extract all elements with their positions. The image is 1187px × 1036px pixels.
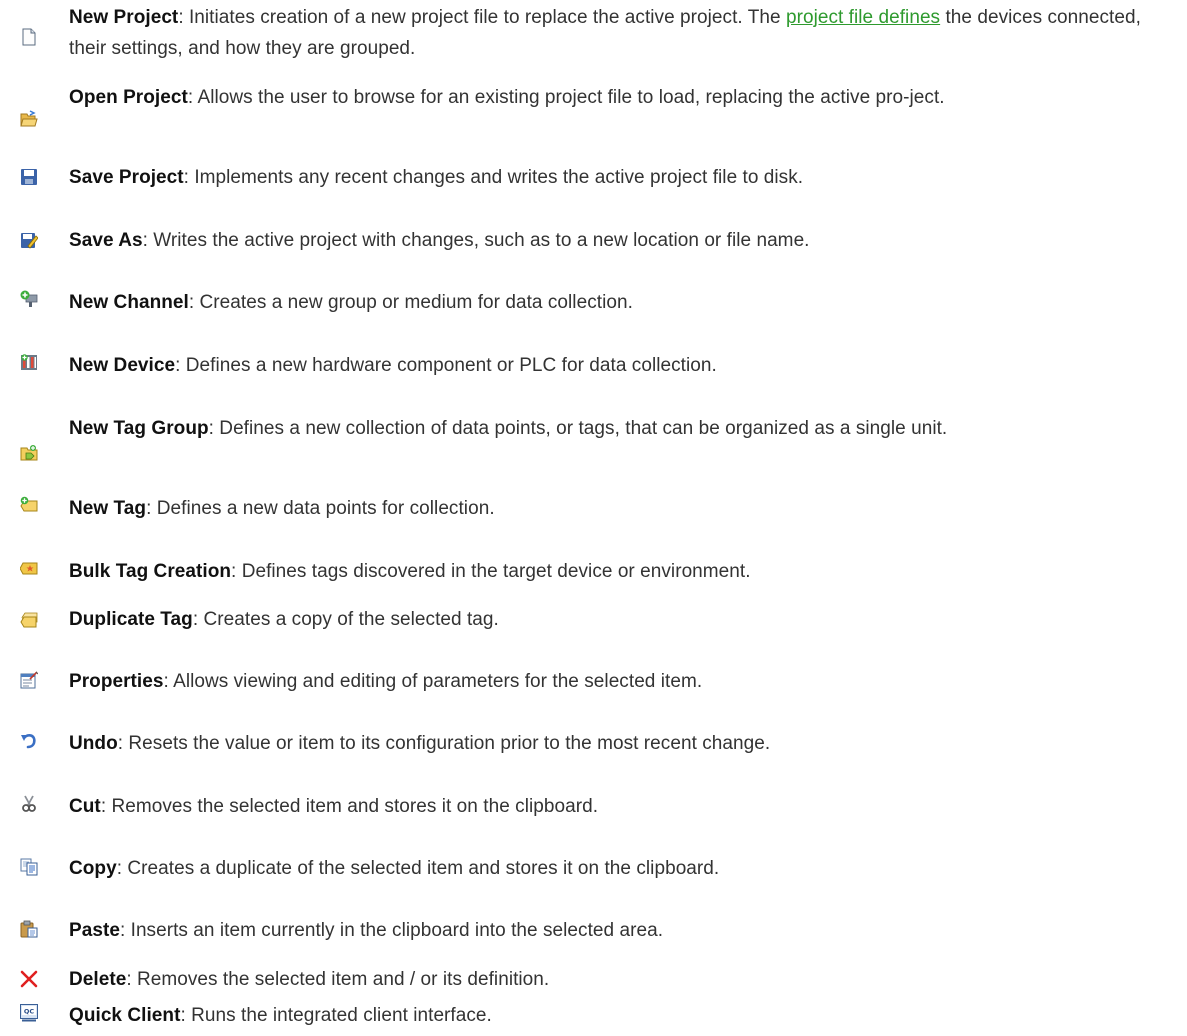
open-project-icon [20, 110, 38, 128]
item-title: New Tag Group [69, 418, 209, 439]
item-title: Paste [69, 920, 120, 941]
item-title: Save Project [69, 167, 184, 188]
item-desc: : Removes the selected item and stores i… [100, 796, 599, 817]
list-item-text: Cut: Removes the selected item and store… [69, 791, 1169, 822]
save-as-icon [20, 231, 38, 249]
item-title: New Device [69, 355, 176, 376]
item-desc: : Initiates creation of a new project fi… [178, 7, 786, 28]
quick-client-icon: QC [20, 1004, 38, 1022]
svg-text:QC: QC [24, 1008, 35, 1016]
duplicate-tag-icon [20, 611, 38, 629]
undo-icon [20, 732, 38, 750]
item-desc: : Defines tags discovered in the target … [231, 561, 751, 582]
list-item-text: Delete: Removes the selected item and / … [69, 964, 1169, 995]
new-tag-icon [20, 496, 38, 514]
item-title: Save As [69, 230, 143, 251]
new-device-icon [20, 353, 38, 371]
item-title: Copy [69, 858, 117, 879]
save-project-icon [20, 168, 38, 186]
item-title: New Tag [69, 498, 147, 519]
item-desc: : Defines a new hardware component or PL… [175, 355, 717, 376]
list-item-text: Save Project: Implements any recent chan… [69, 162, 1169, 193]
list-item-text: Paste: Inserts an item currently in the … [69, 915, 1169, 946]
item-desc: : Allows viewing and editing of paramete… [163, 671, 703, 692]
properties-icon [20, 671, 38, 689]
item-title: Bulk Tag Creation [69, 561, 232, 582]
item-title: New Project [69, 7, 179, 28]
item-desc: : Implements any recent changes and writ… [183, 167, 804, 188]
item-title: Cut [69, 796, 101, 817]
item-title: Open Project [69, 87, 188, 108]
list-item-text: Duplicate Tag: Creates a copy of the sel… [69, 604, 1169, 635]
list-item-text: Properties: Allows viewing and editing o… [69, 666, 1169, 697]
item-desc: : Inserts an item currently in the clipb… [119, 920, 664, 941]
list-item-text: New Channel: Creates a new group or medi… [69, 287, 1169, 318]
bulk-tag-creation-icon [20, 559, 38, 577]
new-tag-group-icon [20, 444, 38, 462]
list-item-text: Undo: Resets the value or item to its co… [69, 728, 1169, 759]
list-item-text: Open Project: Allows the user to browse … [69, 82, 1169, 113]
list-item-text: Save As: Writes the active project with … [69, 225, 1169, 256]
item-desc: : Creates a duplicate of the selected it… [116, 858, 720, 879]
list-item-text: Bulk Tag Creation: Defines tags discover… [69, 556, 1169, 587]
item-title: Delete [69, 969, 127, 990]
copy-icon [20, 858, 38, 876]
list-item-text: New Project: Initiates creation of a new… [69, 2, 1169, 64]
delete-icon [20, 970, 38, 988]
item-title: New Channel [69, 292, 189, 313]
item-desc: : Allows the user to browse for an exist… [187, 87, 945, 108]
item-title: Quick Client [69, 1005, 181, 1026]
item-desc: : Resets the value or item to its config… [117, 733, 771, 754]
item-title: Properties [69, 671, 164, 692]
list-item-text: Quick Client: Runs the integrated client… [69, 1000, 1169, 1031]
list-item-text: New Tag: Defines a new data points for c… [69, 493, 1169, 524]
list-item-text: Copy: Creates a duplicate of the selecte… [69, 853, 1169, 884]
item-desc: : Runs the integrated client interface. [180, 1005, 492, 1026]
item-desc: : Writes the active project with changes… [142, 230, 810, 251]
item-desc: : Defines a new data points for collecti… [146, 498, 495, 519]
item-desc: : Defines a new collection of data point… [208, 418, 948, 439]
cut-icon [20, 795, 38, 813]
item-desc: : Creates a new group or medium for data… [188, 292, 633, 313]
list-item-text: New Device: Defines a new hardware compo… [69, 350, 1169, 381]
project-file-defines-link[interactable]: project file defines [786, 7, 940, 28]
item-title: Duplicate Tag [69, 609, 193, 630]
item-desc: : Removes the selected item and / or its… [126, 969, 550, 990]
list-item-text: New Tag Group: Defines a new collection … [69, 413, 1169, 444]
new-project-icon [20, 28, 38, 46]
item-desc: : Creates a copy of the selected tag. [192, 609, 499, 630]
new-channel-icon [20, 290, 38, 308]
paste-icon [20, 920, 38, 938]
item-title: Undo [69, 733, 118, 754]
